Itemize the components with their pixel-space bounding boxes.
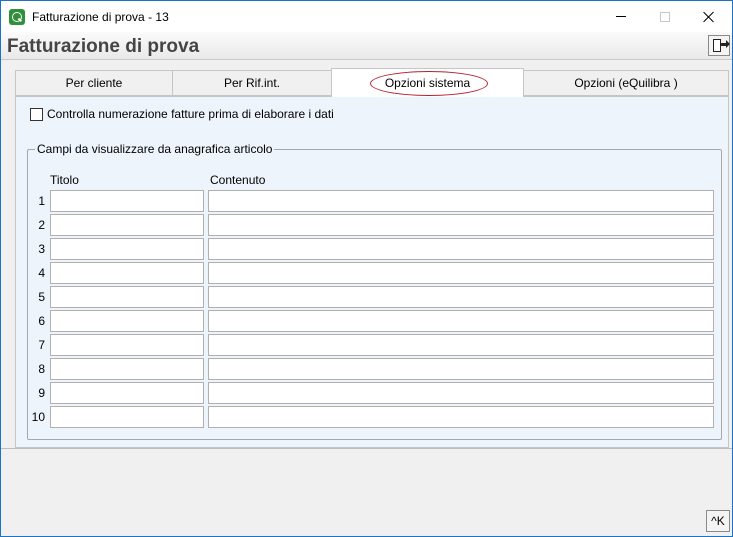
app-logo-icon [9,9,25,25]
content-input[interactable] [208,310,714,332]
field-row: 7 [28,334,723,356]
title-input[interactable] [50,190,204,212]
title-input[interactable] [50,358,204,380]
content-input[interactable] [208,382,714,404]
minimize-button[interactable] [598,1,644,32]
shortcut-button[interactable]: ^K [706,510,730,532]
tab-opzioni-sistema[interactable]: Opzioni sistema [331,68,524,97]
field-row: 10 [28,406,723,428]
options-panel: Controlla numerazione fatture prima di e… [15,96,729,448]
group-title: Campi da visualizzare da anagrafica arti… [35,142,275,156]
field-row: 2 [28,214,723,236]
exit-arrow-icon [721,40,730,48]
tab-bar: Per cliente Per Rif.int. Opzioni sistema… [15,68,729,97]
field-row: 8 [28,358,723,380]
content-input[interactable] [208,358,714,380]
maximize-icon [660,11,670,22]
close-icon [703,11,715,23]
title-input[interactable] [50,238,204,260]
title-input[interactable] [50,382,204,404]
content-input[interactable] [208,238,714,260]
page-header: Fatturazione di prova [1,32,732,60]
field-row: 6 [28,310,723,332]
row-number: 6 [38,314,45,328]
row-number: 4 [38,266,45,280]
content-input[interactable] [208,262,714,284]
tab-opzioni-equilibra[interactable]: Opzioni (eQuilibra ) [523,70,729,96]
row-number: 5 [38,290,45,304]
column-header-content: Contenuto [210,173,266,187]
maximize-button[interactable] [642,1,688,32]
title-input[interactable] [50,310,204,332]
check-numbering-option[interactable]: Controlla numerazione fatture prima di e… [30,106,334,122]
title-input[interactable] [50,286,204,308]
field-row: 1 [28,190,723,212]
field-row: 5 [28,286,723,308]
column-header-title: Titolo [50,173,79,187]
content-input[interactable] [208,214,714,236]
check-numbering-label: Controlla numerazione fatture prima di e… [47,107,334,121]
minimize-icon [616,16,626,17]
article-fields-group: Campi da visualizzare da anagrafica arti… [27,142,723,440]
content-input[interactable] [208,190,714,212]
row-number: 7 [38,338,45,352]
close-button[interactable] [686,1,732,32]
row-number: 1 [38,194,45,208]
tab-per-cliente[interactable]: Per cliente [15,70,173,96]
title-input[interactable] [50,334,204,356]
row-number: 10 [31,410,45,424]
page-title: Fatturazione di prova [7,36,200,57]
title-input[interactable] [50,406,204,428]
title-input[interactable] [50,214,204,236]
window-title: Fatturazione di prova - 13 [32,10,169,24]
field-row: 4 [28,262,723,284]
footer-divider [1,448,732,449]
content-input[interactable] [208,406,714,428]
title-bar: Fatturazione di prova - 13 [1,1,732,32]
row-number: 8 [38,362,45,376]
row-number: 9 [38,386,45,400]
tab-per-rif-int[interactable]: Per Rif.int. [172,70,332,96]
exit-door-icon [713,39,721,52]
check-numbering-checkbox[interactable] [30,107,43,121]
field-row: 3 [28,238,723,260]
row-number: 3 [38,242,45,256]
content-input[interactable] [208,334,714,356]
field-row: 9 [28,382,723,404]
exit-button[interactable] [708,35,730,56]
app-window: Fatturazione di prova - 13 Fatturazione … [0,0,733,537]
row-number: 2 [38,218,45,232]
title-input[interactable] [50,262,204,284]
content-input[interactable] [208,286,714,308]
